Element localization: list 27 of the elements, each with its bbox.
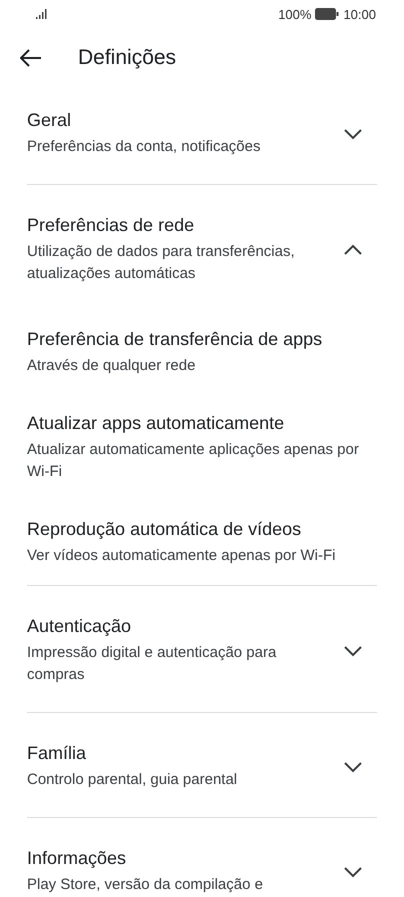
section-title[interactable]: Autenticação xyxy=(27,616,327,637)
setting-title[interactable]: Preferência de transferência de apps xyxy=(27,329,377,350)
chevron-down-icon[interactable] xyxy=(343,761,363,773)
section-title[interactable]: Família xyxy=(27,743,327,764)
setting-title[interactable]: Atualizar apps automaticamente xyxy=(27,413,377,434)
setting-subtitle: Atualizar automaticamente aplicações apenas por Wi-Fi xyxy=(27,440,360,482)
section-title[interactable]: Preferências de rede xyxy=(27,215,327,236)
signal-icon xyxy=(36,9,48,19)
chevron-down-icon[interactable] xyxy=(343,866,363,878)
chevron-up-icon[interactable] xyxy=(343,244,363,256)
chevron-down-icon[interactable] xyxy=(343,645,363,657)
chevron-down-icon[interactable] xyxy=(343,128,363,140)
battery-percentage: 100% xyxy=(278,6,312,22)
page-title: Definições xyxy=(78,46,176,70)
setting-subtitle: Ver vídeos automaticamente apenas por Wi-Fi xyxy=(27,546,336,566)
section-subtitle: Preferências da conta, notificações xyxy=(27,137,262,157)
section-subtitle: Controlo parental, guia parental xyxy=(27,770,238,790)
section-title[interactable]: Geral xyxy=(27,110,327,131)
back-button[interactable] xyxy=(20,49,42,67)
section-subtitle: Play Store, versão da compilação e xyxy=(27,875,264,895)
section-subtitle: Utilização de dados para transferências, atualizações automáticas xyxy=(27,242,296,284)
setting-subtitle: Através de qualquer rede xyxy=(27,356,196,376)
clock-time: 10:00 xyxy=(343,6,376,22)
section-subtitle: Impressão digital e autenticação para compras xyxy=(27,643,278,685)
section-title[interactable]: Informações xyxy=(27,848,327,869)
setting-title[interactable]: Reprodução automática de vídeos xyxy=(27,519,377,540)
battery-icon xyxy=(315,8,340,20)
